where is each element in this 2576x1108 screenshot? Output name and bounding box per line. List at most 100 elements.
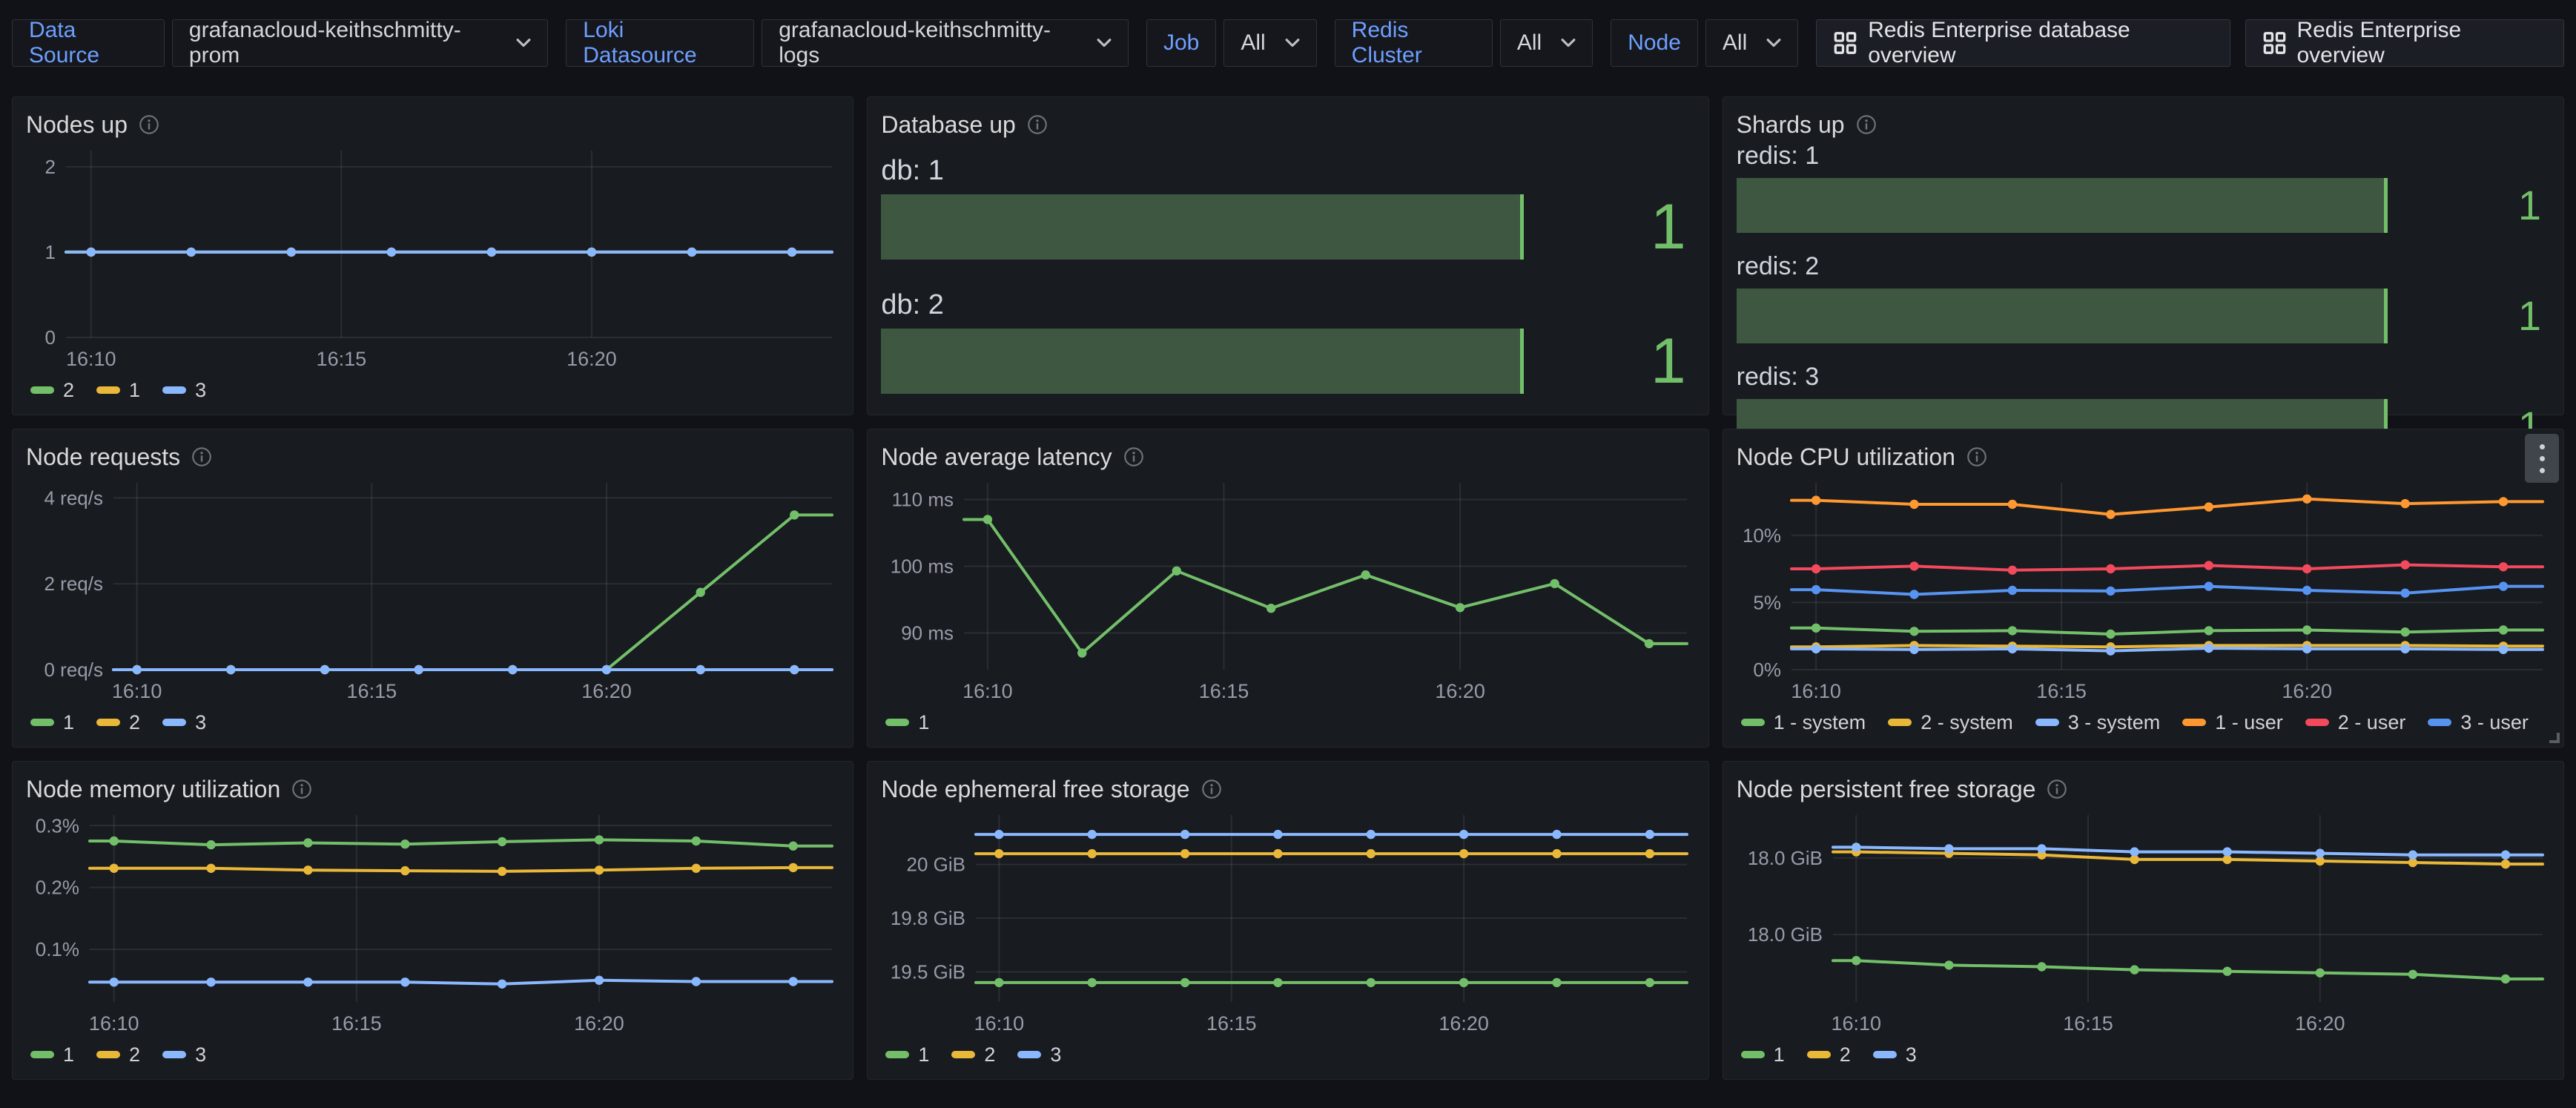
panel-nodes-up: Nodes up01216:1016:1516:20213 [12,96,853,415]
legend-item[interactable]: 3 [162,379,206,402]
variable-group-node: NodeAll [1611,19,1798,67]
apps-icon [2262,30,2287,56]
legend-color-chip [2305,719,2329,726]
bargauge-row: db: 21 [881,289,1694,394]
bargauge-fill [881,329,1524,394]
legend-color-chip [162,719,186,726]
variable-group-redis-cluster: Redis ClusterAll [1335,19,1594,67]
svg-text:110 ms: 110 ms [892,489,954,511]
svg-text:0.3%: 0.3% [36,814,79,837]
bargauge-track: 1 [881,329,1694,394]
legend-item[interactable]: 3 - system [2035,711,2161,734]
legend-series-name: 3 - user [2460,711,2529,734]
legend-color-chip [1807,1051,1831,1058]
legend-item[interactable]: 1 [885,1043,929,1066]
legend-item[interactable]: 3 [162,1043,206,1066]
legend-series-name: 2 [129,711,140,734]
legend-item[interactable]: 1 [30,711,74,734]
legend-color-chip [1017,1051,1041,1058]
legend-item[interactable]: 1 [96,379,140,402]
legend-item[interactable]: 1 [885,711,929,734]
info-icon[interactable] [1201,778,1223,800]
panel-database-up: Database updb: 11db: 21 [867,96,1708,415]
legend-color-chip [1741,1051,1765,1058]
legend-item[interactable]: 2 - system [1888,711,2013,734]
legend-item[interactable]: 1 - system [1741,711,1866,734]
svg-text:16:10: 16:10 [1831,1012,1881,1035]
chart-plot-area: 01216:1016:1516:20 [26,142,839,373]
svg-text:16:10: 16:10 [1791,680,1841,702]
variable-dropdown[interactable]: All [1705,19,1798,67]
svg-text:16:20: 16:20 [1439,1012,1490,1035]
bargauge-row-label: redis: 2 [1737,252,2550,281]
panel-resize-handle[interactable] [2549,733,2560,743]
chart-legend: 1 - system 2 - system 3 - system 1 - user 2 … [1737,705,2550,739]
svg-text:16:10: 16:10 [112,680,162,702]
svg-text:18.0 GiB: 18.0 GiB [1747,847,1822,869]
svg-text:16:10: 16:10 [962,680,1013,702]
legend-item[interactable]: 2 [96,711,140,734]
legend-item[interactable]: 2 [30,379,74,402]
panel-title: Node requests [26,443,180,471]
legend-series-name: 2 [984,1043,995,1066]
legend-item[interactable]: 2 - user [2305,711,2406,734]
legend-item[interactable]: 3 [1873,1043,1917,1066]
panel-node-ephemeral-free-storage: Node ephemeral free storage19.5 GiB19.8 … [867,761,1708,1080]
legend-item[interactable]: 1 [30,1043,74,1066]
legend-series-name: 1 [129,379,140,402]
legend-item[interactable]: 3 [162,711,206,734]
bargauge-track: 1 [881,194,1694,260]
bargauge-fill [1737,288,2388,343]
panel-menu-kebab-icon[interactable] [2525,434,2559,483]
panel-header: Node CPU utilization [1737,440,2550,474]
bargauge-fill [1737,178,2388,233]
bargauge-row-label: db: 1 [881,155,1694,187]
dashboard-link-button[interactable]: Redis Enterprise database overview [1816,19,2230,67]
svg-text:16:20: 16:20 [2282,680,2332,702]
variable-group-loki-datasource: Loki Datasourcegrafanacloud-keithschmitt… [566,19,1129,67]
svg-text:16:15: 16:15 [317,348,367,370]
bargauge-row-label: redis: 3 [1737,363,2550,392]
chart-plot-area: 0 req/s2 req/s4 req/s16:1016:1516:20 [26,474,839,705]
info-icon[interactable] [191,446,213,468]
legend-item[interactable]: 2 [951,1043,995,1066]
panel-title: Node memory utilization [26,776,280,803]
svg-text:19.5 GiB: 19.5 GiB [891,961,965,983]
bargauge-row: redis: 21 [1737,252,2550,343]
variable-value: All [1517,30,1542,56]
dashboard-link-button[interactable]: Redis Enterprise overview [2245,19,2564,67]
variable-dropdown[interactable]: All [1500,19,1593,67]
info-icon[interactable] [291,778,313,800]
legend-item[interactable]: 1 [1741,1043,1785,1066]
bargauge-value: 1 [2518,185,2541,226]
legend-item[interactable]: 3 [1017,1043,1061,1066]
variable-dropdown[interactable]: grafanacloud-keithschmitty-prom [172,19,548,67]
info-icon[interactable] [1966,446,1988,468]
legend-color-chip [1741,719,1765,726]
info-icon[interactable] [1026,113,1048,136]
info-icon[interactable] [2046,778,2068,800]
legend-item[interactable]: 3 - user [2428,711,2529,734]
legend-item[interactable]: 1 - user [2182,711,2283,734]
variable-dropdown[interactable]: grafanacloud-keithschmitty-logs [762,19,1129,67]
chart-plot-area: 0%5%10%16:1016:1516:20 [1737,474,2550,705]
legend-item[interactable]: 2 [96,1043,140,1066]
legend-color-chip [2035,719,2059,726]
panel-header: Node persistent free storage [1737,772,2550,806]
variable-group-data-source: Data Sourcegrafanacloud-keithschmitty-pr… [12,19,548,67]
info-icon[interactable] [1123,446,1145,468]
legend-item[interactable]: 2 [1807,1043,1851,1066]
legend-color-chip [162,386,186,394]
svg-text:16:15: 16:15 [1206,1012,1257,1035]
panel-node-cpu-utilization: Node CPU utilization0%5%10%16:1016:1516:… [1723,429,2564,748]
variable-dropdown[interactable]: All [1223,19,1316,67]
grafana-dashboard: Data Sourcegrafanacloud-keithschmitty-pr… [0,19,2576,1108]
dashboard-link-label: Redis Enterprise overview [2296,18,2547,68]
svg-text:90 ms: 90 ms [902,622,954,644]
svg-text:16:20: 16:20 [581,680,632,702]
info-icon[interactable] [1855,113,1877,136]
svg-text:16:20: 16:20 [2295,1012,2345,1035]
info-icon[interactable] [138,113,160,136]
svg-text:16:20: 16:20 [574,1012,624,1035]
legend-series-name: 1 [1774,1043,1785,1066]
